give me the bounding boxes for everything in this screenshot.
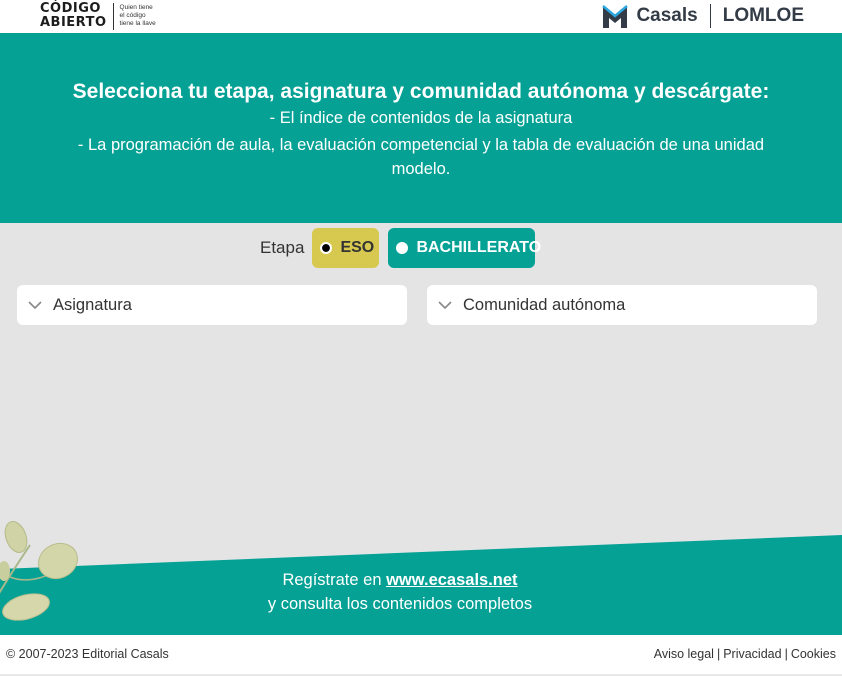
etapa-option-bachillerato[interactable]: BACHILLERATO bbox=[388, 228, 541, 268]
promo-line-2: y consulta los contenidos completos bbox=[267, 595, 533, 613]
etapa-option-eso[interactable]: ESO bbox=[312, 228, 380, 268]
casals-logo-icon bbox=[602, 5, 629, 28]
etapa-label: Etapa bbox=[260, 238, 305, 257]
promo-band: Regístrate en www.ecasals.net y consulta… bbox=[0, 535, 842, 635]
codigo-abierto-logo[interactable]: CÓDIGO ABIERTO Quien tiene el código tie… bbox=[40, 2, 156, 30]
radio-unselected-icon bbox=[396, 242, 409, 254]
codigo-tag-line1: Quien tiene bbox=[119, 4, 153, 11]
radio-selected-icon bbox=[320, 242, 333, 254]
link-separator: | bbox=[716, 647, 721, 661]
footer: © 2007-2023 Editorial Casals Aviso legal… bbox=[0, 635, 842, 676]
asignatura-select-label: Asignatura bbox=[53, 295, 132, 314]
link-separator: | bbox=[784, 647, 788, 661]
program-name: LOMLOE bbox=[722, 5, 804, 26]
codigo-tag-line2: el código bbox=[119, 12, 146, 19]
codigo-tag-line3: tiene la llave bbox=[119, 20, 156, 27]
cookies-link[interactable]: Cookies bbox=[791, 647, 836, 661]
hero-line-1: - El índice de contenidos de la asignatu… bbox=[269, 109, 573, 127]
privacidad-link[interactable]: Privacidad bbox=[723, 647, 781, 661]
asignatura-select[interactable]: Asignatura bbox=[17, 285, 407, 325]
header: CÓDIGO ABIERTO Quien tiene el código tie… bbox=[0, 0, 842, 33]
brand-name: Casals bbox=[636, 5, 698, 26]
copyright: © 2007-2023 Editorial Casals bbox=[6, 647, 169, 661]
codigo-logo-line2: ABIERTO bbox=[40, 15, 107, 30]
etapa-option-bachillerato-label: BACHILLERATO bbox=[416, 239, 542, 256]
legal-links: Aviso legal | Privacidad | Cookies bbox=[654, 647, 836, 661]
brand-divider bbox=[709, 4, 711, 28]
hero-banner: Selecciona tu etapa, asignatura y comuni… bbox=[0, 33, 842, 223]
codigo-logo-line1: CÓDIGO bbox=[40, 1, 101, 16]
etapa-selector: Etapa ESO BACHILLERATO bbox=[260, 228, 541, 268]
comunidad-select-label: Comunidad autónoma bbox=[463, 295, 626, 314]
page: CÓDIGO ABIERTO Quien tiene el código tie… bbox=[0, 0, 842, 676]
chevron-down-icon bbox=[438, 301, 452, 310]
logo-divider bbox=[112, 2, 114, 30]
hero-line-2: - La programación de aula, la evaluación… bbox=[77, 136, 765, 178]
leaves-decoration-icon bbox=[0, 521, 78, 621]
hero-title: Selecciona tu etapa, asignatura y comuni… bbox=[72, 80, 770, 103]
aviso-legal-link[interactable]: Aviso legal bbox=[654, 647, 714, 661]
comunidad-select[interactable]: Comunidad autónoma bbox=[427, 285, 817, 325]
promo-prefix: Regístrate en bbox=[282, 571, 387, 589]
casals-lomloe-logo[interactable]: Casals LOMLOE bbox=[601, 2, 804, 30]
promo-line-1: Regístrate en www.ecasals.net bbox=[0, 571, 800, 590]
etapa-option-eso-label: ESO bbox=[340, 239, 375, 256]
ecasals-link[interactable]: www.ecasals.net bbox=[386, 571, 517, 589]
chevron-down-icon bbox=[28, 301, 42, 310]
